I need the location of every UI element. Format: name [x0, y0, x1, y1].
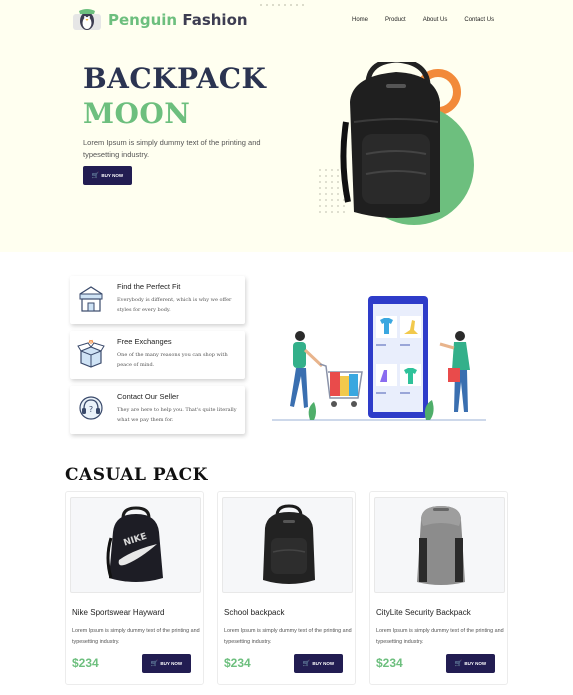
- svg-text:?: ?: [89, 405, 93, 414]
- feature-text: Everybody is different, which is why we …: [117, 297, 232, 313]
- product-card-school[interactable]: School backpack Lorem Ipsum is simply du…: [217, 491, 356, 685]
- product-description: Lorem Ipsum is simply dummy text of the …: [376, 628, 504, 645]
- penguin-logo-icon: [73, 9, 101, 30]
- open-box-icon: [77, 339, 105, 368]
- page: Penguin Fashion Home Product About Us Co…: [0, 0, 573, 695]
- nav-contact-us[interactable]: Contact Us: [464, 17, 494, 23]
- product-image: [374, 497, 505, 593]
- cart-icon: 🛒: [150, 660, 159, 667]
- hero-description: Lorem Ipsum is simply dummy text of the …: [83, 138, 261, 159]
- product-image: NIKE: [70, 497, 201, 593]
- product-price: $234: [72, 656, 99, 670]
- shopping-illustration: [272, 296, 486, 421]
- brand-name: Penguin Fashion: [108, 11, 248, 29]
- dot-pattern-decoration: [258, 2, 304, 8]
- hero-title-line1: BACKPACK: [83, 62, 267, 95]
- nav-home[interactable]: Home: [352, 17, 368, 23]
- feature-card-contact-seller: ? Contact Our Seller They are here to he…: [70, 386, 245, 434]
- product-description: Lorem Ipsum is simply dummy text of the …: [224, 628, 352, 645]
- product-price: $234: [224, 656, 251, 670]
- buy-now-label: BUY NOW: [160, 661, 183, 666]
- feature-text: They are here to help you. That's quite …: [117, 407, 237, 423]
- headset-support-icon: ?: [79, 396, 103, 420]
- cart-icon: 🛒: [454, 660, 463, 667]
- nav-about-us[interactable]: About Us: [423, 17, 448, 23]
- cart-icon: 🛒: [91, 172, 100, 179]
- brand-part2: Fashion: [182, 11, 248, 29]
- brand-part1: Penguin: [108, 11, 178, 29]
- nav-product[interactable]: Product: [385, 17, 406, 23]
- buy-now-button[interactable]: 🛒 BUY NOW: [446, 654, 495, 673]
- product-name: School backpack: [224, 608, 285, 617]
- main-nav: Home Product About Us Contact Us: [352, 17, 511, 23]
- product-price: $234: [376, 656, 403, 670]
- hero-section: Penguin Fashion Home Product About Us Co…: [0, 0, 573, 252]
- buy-now-button[interactable]: 🛒 BUY NOW: [142, 654, 191, 673]
- feature-title: Contact Our Seller: [117, 392, 179, 401]
- hero-backpack-image: [319, 62, 474, 225]
- hero-buy-now-button[interactable]: 🛒 BUY NOW: [83, 166, 132, 185]
- product-name: CityLite Security Backpack: [376, 608, 471, 617]
- cart-icon: 🛒: [302, 660, 311, 667]
- feature-title: Find the Perfect Fit: [117, 282, 181, 291]
- product-image: [222, 497, 353, 593]
- nike-backpack-image: NIKE: [106, 506, 163, 582]
- product-name: Nike Sportswear Hayward: [72, 608, 165, 617]
- casual-pack-title: CASUAL PACK: [65, 465, 208, 485]
- citylite-backpack-image: [417, 506, 465, 585]
- logo[interactable]: Penguin Fashion: [72, 9, 248, 31]
- product-card-nike[interactable]: NIKE Nike Sportswear Hayward Lorem Ipsum…: [65, 491, 204, 685]
- storefront-icon: [79, 286, 103, 312]
- product-card-citylite[interactable]: CityLite Security Backpack Lorem Ipsum i…: [369, 491, 508, 685]
- buy-now-label: BUY NOW: [312, 661, 335, 666]
- product-description: Lorem Ipsum is simply dummy text of the …: [72, 628, 200, 645]
- feature-card-perfect-fit: Find the Perfect Fit Everybody is differ…: [70, 276, 245, 324]
- buy-now-button[interactable]: 🛒 BUY NOW: [294, 654, 343, 673]
- feature-title: Free Exchanges: [117, 337, 172, 346]
- hero-buy-now-label: BUY NOW: [101, 173, 124, 178]
- hero-title-line2: MOON: [83, 97, 191, 130]
- school-backpack-image: [263, 504, 315, 584]
- buy-now-label: BUY NOW: [464, 661, 487, 666]
- feature-text: One of the many reasons you can shop wit…: [117, 352, 228, 368]
- feature-card-free-exchanges: Free Exchanges One of the many reasons y…: [70, 331, 245, 379]
